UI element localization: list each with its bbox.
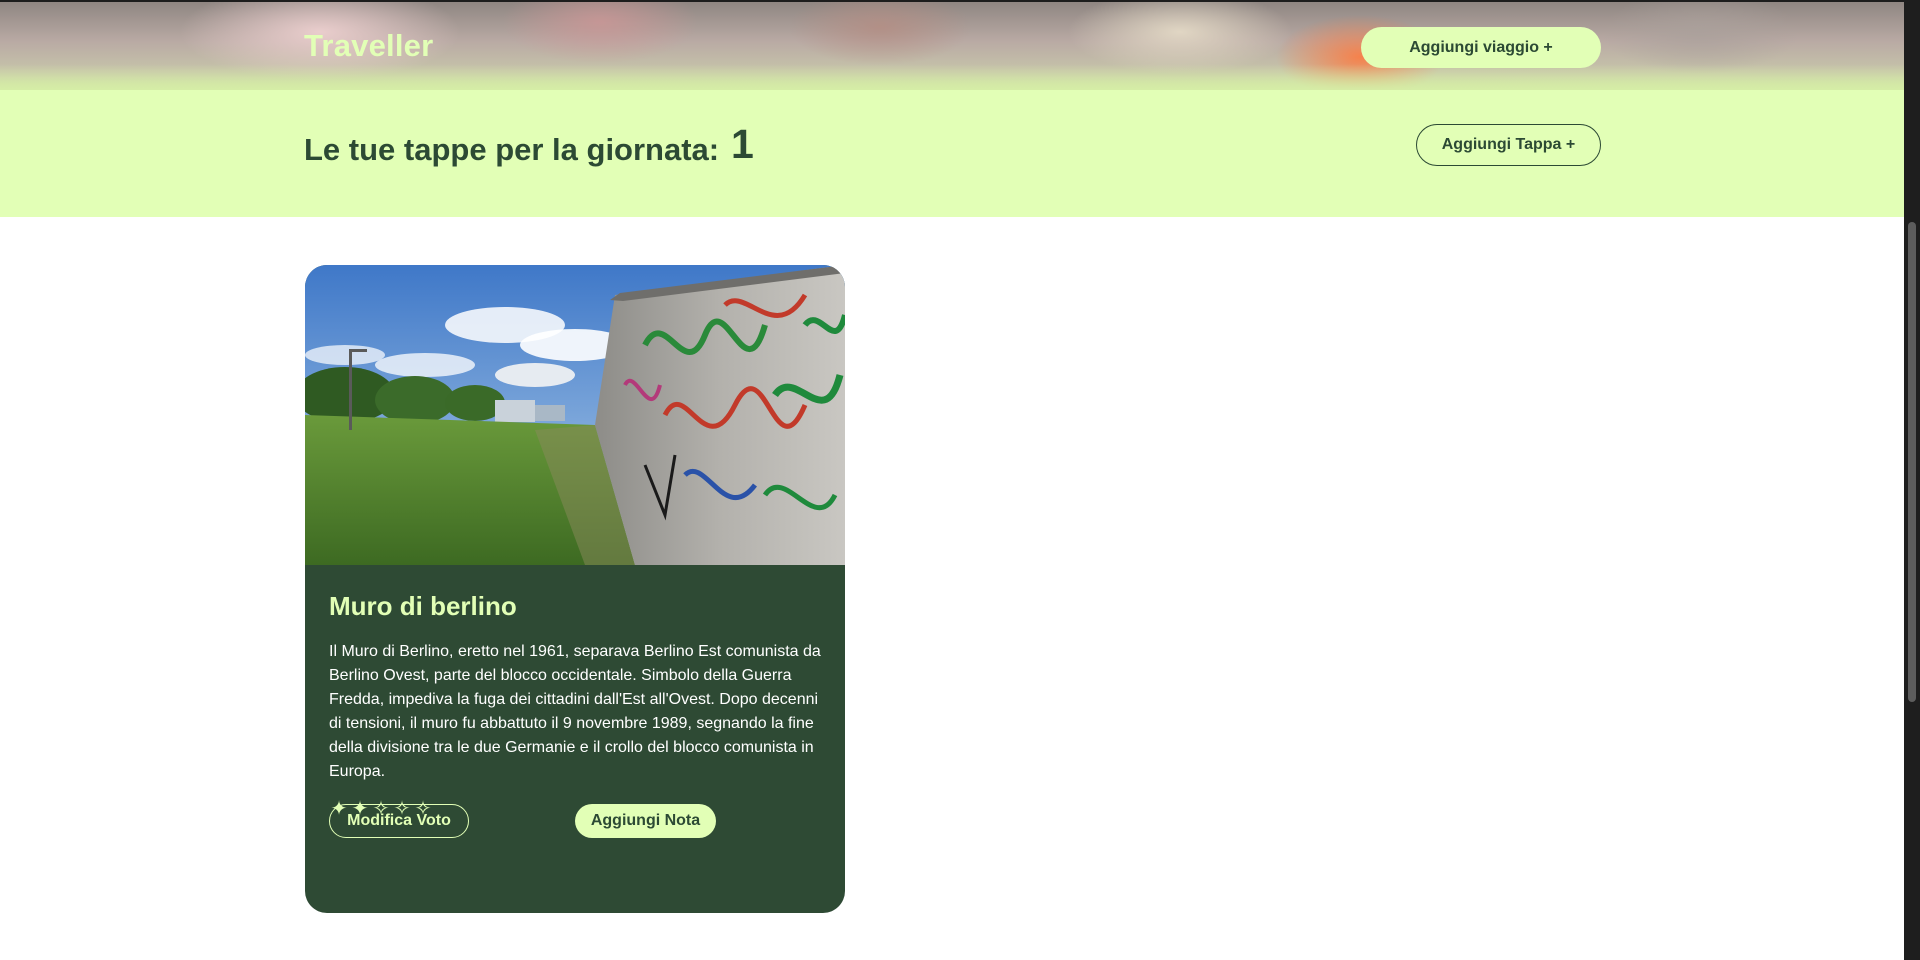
edit-vote-button[interactable]: Modifica Voto xyxy=(329,804,469,838)
add-trip-button[interactable]: Aggiungi viaggio + xyxy=(1361,27,1601,68)
card-body: Muro di berlino Il Muro di Berlino, eret… xyxy=(305,565,845,913)
stop-title: Muro di berlino xyxy=(329,591,517,621)
header-fade xyxy=(0,64,1904,90)
page-scrollbar[interactable] xyxy=(1904,0,1920,960)
brand-logo[interactable]: Traveller xyxy=(304,28,433,64)
top-header: Traveller Aggiungi viaggio + xyxy=(0,0,1904,90)
berlin-wall-photo xyxy=(305,265,845,565)
page-title: Le tue tappe per la giornata: xyxy=(304,132,720,167)
day-stops-banner: Le tue tappe per la giornata: 1 Aggiungi… xyxy=(0,90,1904,217)
stops-count: 1 xyxy=(731,121,754,167)
add-note-button[interactable]: Aggiungi Nota xyxy=(575,804,716,838)
berlin-wall-image xyxy=(305,265,845,565)
scrollbar-thumb[interactable] xyxy=(1908,222,1916,702)
add-stop-button[interactable]: Aggiungi Tappa + xyxy=(1416,124,1601,166)
stop-card: Muro di berlino Il Muro di Berlino, eret… xyxy=(305,265,845,913)
stop-description: Il Muro di Berlino, eretto nel 1961, sep… xyxy=(329,643,821,780)
